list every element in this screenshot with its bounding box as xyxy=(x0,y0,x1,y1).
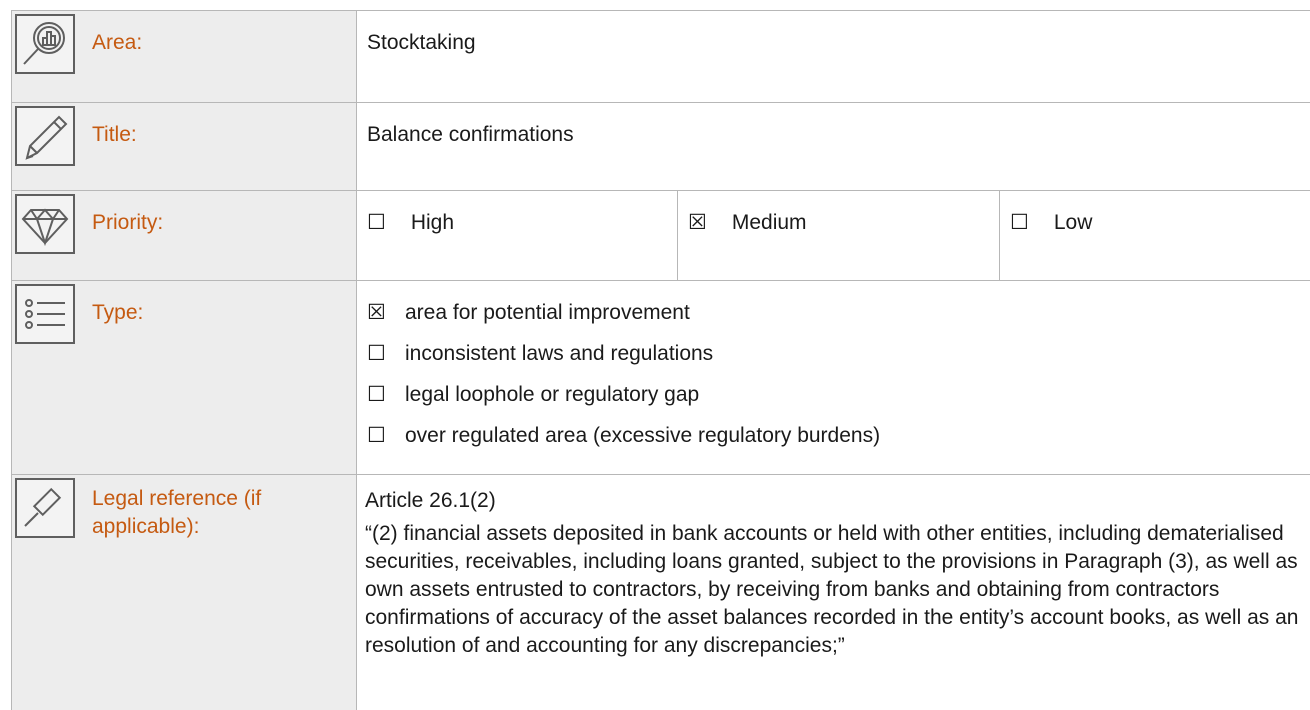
type-label-cell: Type: xyxy=(84,281,357,474)
priority-option-label: Medium xyxy=(731,211,807,234)
type-row: Type: ☒ area for potential improvement ☐ i… xyxy=(11,280,1310,474)
type-option-label: legal loophole or regulatory gap xyxy=(405,383,700,406)
diamond-icon xyxy=(15,194,75,254)
priority-option-high[interactable]: ☐ High xyxy=(357,191,678,280)
type-option[interactable]: ☐ legal loophole or regulatory gap xyxy=(367,381,699,409)
priority-icon-cell xyxy=(11,191,85,280)
title-row: Title: Balance confirmations xyxy=(11,102,1310,190)
magnifier-chart-icon xyxy=(15,14,75,74)
checkbox-unchecked-icon[interactable]: ☐ xyxy=(1010,209,1034,237)
priority-option-low[interactable]: ☐ Low xyxy=(1000,191,1310,280)
type-icon-cell xyxy=(11,281,85,474)
legal-label: Legal reference (if applicable): xyxy=(92,485,261,541)
legal-reference: Article 26.1(2) xyxy=(365,489,496,512)
area-label: Area: xyxy=(92,31,143,54)
type-option[interactable]: ☐ over regulated area (excessive regulato… xyxy=(367,422,880,450)
area-value-cell: Stocktaking xyxy=(357,11,1310,102)
legal-label-line: applicable): xyxy=(92,515,200,538)
type-value-cell: ☒ area for potential improvement ☐ inconsi… xyxy=(357,281,1310,474)
priority-option-label: High xyxy=(410,211,455,234)
form-table: Area: Stocktaking Title: Balance confirm… xyxy=(11,10,1310,710)
priority-option-label: Low xyxy=(1053,211,1093,234)
list-icon xyxy=(15,284,75,344)
area-icon-cell xyxy=(11,11,85,102)
title-value: Balance confirmations xyxy=(367,123,574,146)
type-option-label: over regulated area (excessive regulator… xyxy=(405,424,881,447)
type-option-label: area for potential improvement xyxy=(405,301,690,324)
area-label-cell: Area: xyxy=(84,11,357,102)
checkbox-checked-icon[interactable]: ☒ xyxy=(688,209,712,237)
title-label-cell: Title: xyxy=(84,103,357,190)
title-icon-cell xyxy=(11,103,85,190)
legal-label-line: Legal reference (if xyxy=(92,487,262,510)
checkbox-unchecked-icon[interactable]: ☐ xyxy=(367,381,391,409)
title-label: Title: xyxy=(92,123,137,146)
priority-row: Priority: ☐ High ☒ Medium ☐ Low xyxy=(11,190,1310,280)
checkbox-checked-icon[interactable]: ☒ xyxy=(367,299,391,327)
priority-label-cell: Priority: xyxy=(84,191,357,280)
legal-label-cell: Legal reference (if applicable): xyxy=(84,475,357,710)
type-option[interactable]: ☒ area for potential improvement xyxy=(367,299,690,327)
type-option-label: inconsistent laws and regulations xyxy=(405,342,714,365)
checkbox-unchecked-icon[interactable]: ☐ xyxy=(367,340,391,368)
legal-icon-cell xyxy=(11,475,85,710)
area-row: Area: Stocktaking xyxy=(11,10,1310,102)
checkbox-unchecked-icon[interactable]: ☐ xyxy=(367,422,391,450)
priority-label: Priority: xyxy=(92,211,164,234)
area-value: Stocktaking xyxy=(367,31,476,54)
legal-value-cell: Article 26.1(2) “(2) financial assets de… xyxy=(357,475,1310,710)
legal-row: Legal reference (if applicable): Article… xyxy=(11,474,1310,710)
priority-option-medium[interactable]: ☒ Medium xyxy=(678,191,1000,280)
type-label: Type: xyxy=(92,301,144,324)
priority-value-cell: ☐ High ☒ Medium ☐ Low xyxy=(357,191,1310,280)
title-value-cell: Balance confirmations xyxy=(357,103,1310,190)
checkbox-unchecked-icon[interactable]: ☐ xyxy=(367,209,391,237)
pencil-icon xyxy=(15,106,75,166)
gavel-icon xyxy=(15,478,75,538)
type-option[interactable]: ☐ inconsistent laws and regulations xyxy=(367,340,713,368)
legal-quote: “(2) financial assets deposited in bank … xyxy=(365,522,1299,657)
